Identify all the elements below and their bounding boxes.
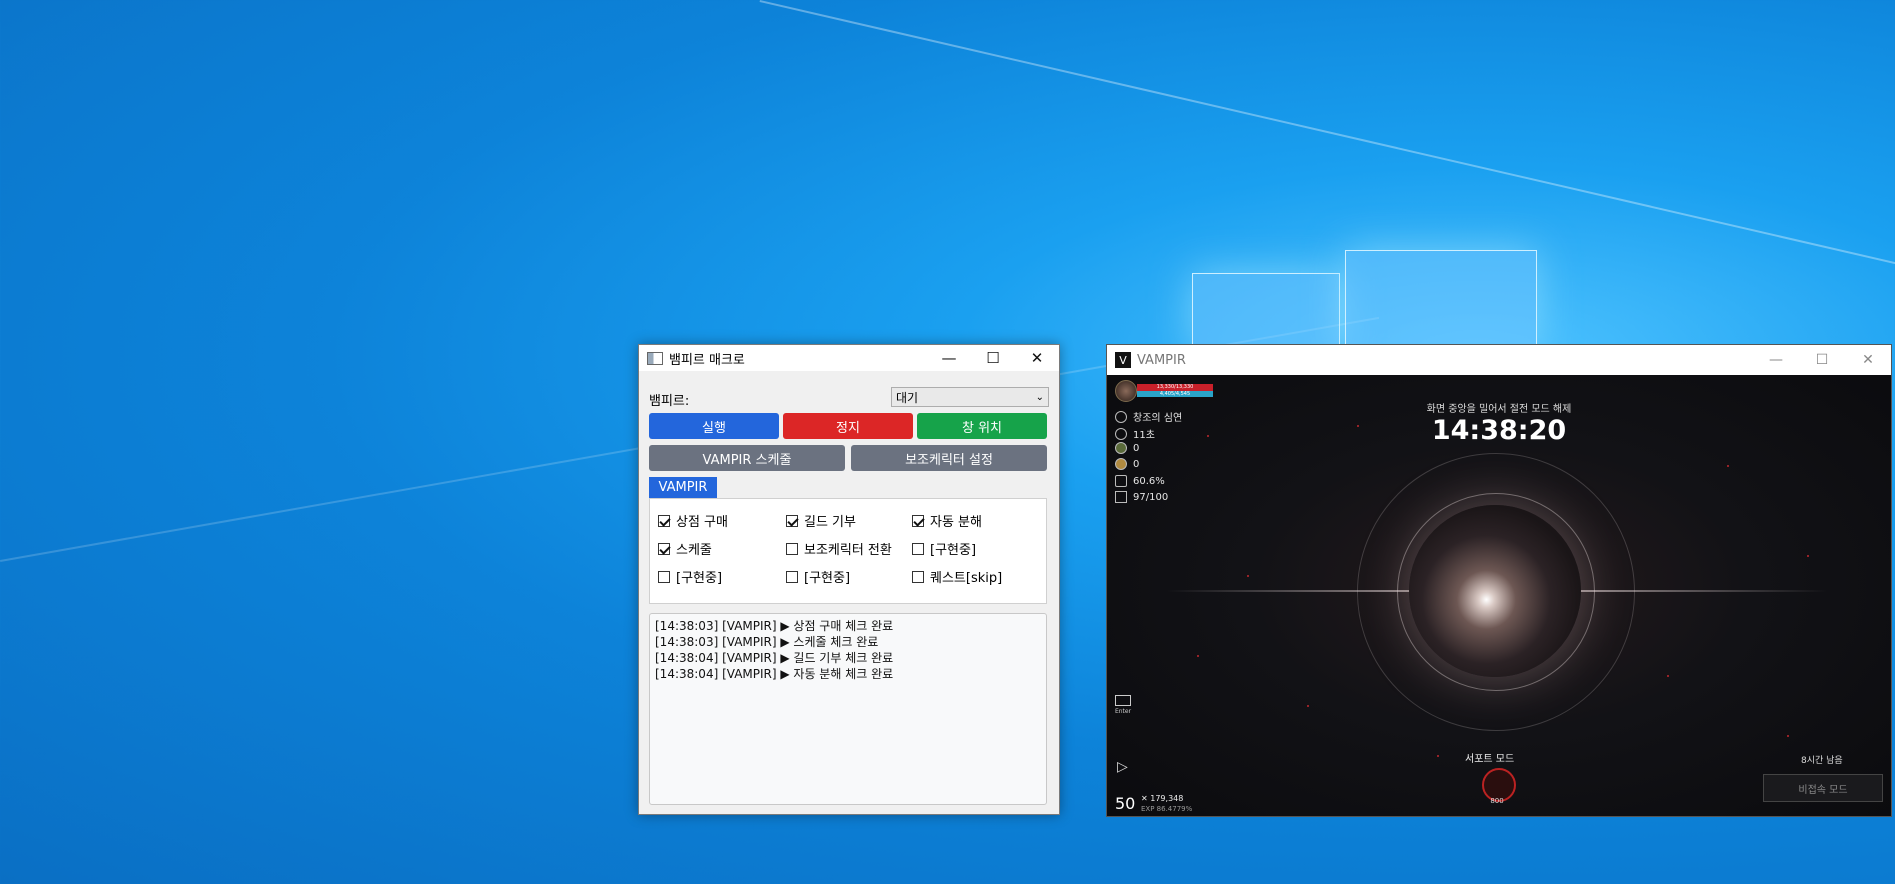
support-mode-label: 서포트 모드 bbox=[1465, 754, 1515, 765]
checkbox-box bbox=[658, 514, 670, 527]
checkbox-sub-character-switch[interactable]: 보조케릭터 전환 bbox=[786, 539, 892, 558]
schedule-button[interactable]: VAMPIR 스케줄 bbox=[649, 445, 845, 471]
checkbox-quest-skip[interactable]: 퀘스트[skip] bbox=[912, 567, 1002, 586]
red-spark bbox=[1727, 465, 1729, 467]
checkbox-label: 보조케릭터 전환 bbox=[804, 543, 892, 558]
log-line: [14:38:03] [VAMPIR] ▶ 상점 구매 체크 완료 bbox=[655, 619, 894, 633]
checkbox-label: 길드 기부 bbox=[804, 515, 856, 530]
maximize-button[interactable]: ☐ bbox=[1799, 352, 1845, 368]
weight-stat: 60.6% bbox=[1115, 475, 1165, 487]
mp-bar: 4,405/4,545 bbox=[1137, 391, 1213, 397]
power-save-clock: 14:38:20 bbox=[1431, 415, 1567, 446]
minimize-button[interactable]: — bbox=[927, 345, 971, 371]
game-window-title: VAMPIR bbox=[1137, 352, 1186, 368]
options-group: 상점 구매 길드 기부 자동 분해 스케줄 보조케릭터 전환 [구현중] [구현… bbox=[649, 498, 1047, 604]
checkbox-wip[interactable]: [구현중] bbox=[786, 567, 850, 586]
chevron-down-icon: ⌄ bbox=[1035, 392, 1044, 403]
macro-window: 뱀피르 매크로 — ☐ ✕ 뱀피르: 대기 ⌄ 실행 정지 창 위치 VAMPI… bbox=[638, 344, 1060, 815]
red-spark bbox=[1197, 655, 1199, 657]
checkbox-box bbox=[786, 514, 798, 527]
character-avatar[interactable] bbox=[1115, 380, 1137, 402]
hp-bar: 13,330/13,330 bbox=[1137, 384, 1213, 391]
close-button[interactable]: ✕ bbox=[1015, 345, 1059, 371]
inventory-stat: 97/100 bbox=[1115, 491, 1168, 503]
checkbox-label: 상점 구매 bbox=[676, 515, 728, 530]
log-line: [14:38:04] [VAMPIR] ▶ 자동 분해 체크 완료 bbox=[655, 667, 894, 681]
red-spark bbox=[1787, 735, 1789, 737]
keyboard-icon bbox=[1115, 695, 1131, 706]
dark-orb bbox=[1409, 505, 1581, 677]
grid-icon bbox=[1115, 491, 1127, 503]
enter-key-hint[interactable]: Enter bbox=[1114, 695, 1132, 717]
checkbox-box bbox=[912, 570, 924, 583]
enter-key-label: Enter bbox=[1114, 708, 1132, 715]
profile-select-value: 대기 bbox=[896, 391, 919, 405]
red-spark bbox=[1807, 555, 1809, 557]
character-level: 50 bbox=[1115, 794, 1136, 813]
offline-mode-button[interactable]: 비접속 모드 bbox=[1763, 774, 1883, 802]
app-icon bbox=[647, 351, 663, 365]
checkbox-schedule[interactable]: 스케줄 bbox=[658, 539, 712, 558]
game-titlebar[interactable]: V VAMPIR — ☐ ✕ bbox=[1107, 345, 1891, 375]
red-spark bbox=[1247, 575, 1249, 577]
checkbox-shop-buy[interactable]: 상점 구매 bbox=[658, 511, 728, 530]
checkbox-guild-donate[interactable]: 길드 기부 bbox=[786, 511, 856, 530]
stop-button[interactable]: 정지 bbox=[783, 413, 913, 439]
profile-row: 뱀피르: 대기 ⌄ bbox=[649, 387, 1049, 409]
weight-text: 60.6% bbox=[1133, 475, 1165, 487]
game-window: V VAMPIR — ☐ ✕ 13,330/13,330 4,405/4,545… bbox=[1106, 344, 1892, 817]
log-line: [14:38:04] [VAMPIR] ▶ 길드 기부 체크 완료 bbox=[655, 651, 894, 665]
checkbox-wip[interactable]: [구현중] bbox=[658, 567, 722, 586]
log-line: [14:38:03] [VAMPIR] ▶ 스케줄 체크 완료 bbox=[655, 635, 879, 649]
gold-amount: ✕ 179,348 bbox=[1141, 794, 1184, 803]
tab-vampir[interactable]: VAMPIR bbox=[649, 477, 717, 498]
sub-character-settings-button[interactable]: 보조케릭터 설정 bbox=[851, 445, 1047, 471]
currency2-text: 0 bbox=[1133, 458, 1140, 470]
vampir-icon: V bbox=[1115, 352, 1131, 368]
power-save-notice: 화면 중앙을 밀어서 절전 모드 해제 bbox=[1426, 404, 1572, 415]
checkbox-box bbox=[912, 514, 924, 527]
support-mode-value: 800 bbox=[1490, 797, 1504, 805]
checkbox-auto-disassemble[interactable]: 자동 분해 bbox=[912, 511, 982, 530]
checkbox-box bbox=[912, 542, 924, 555]
red-spark bbox=[1437, 755, 1439, 757]
macro-titlebar[interactable]: 뱀피르 매크로 — ☐ ✕ bbox=[639, 345, 1059, 371]
close-button[interactable]: ✕ bbox=[1845, 352, 1891, 368]
currency2-stat: 0 bbox=[1115, 458, 1139, 470]
checkbox-label: [구현중] bbox=[930, 543, 977, 558]
log-output[interactable]: [14:38:03] [VAMPIR] ▶ 상점 구매 체크 완료 [14:38… bbox=[649, 613, 1047, 805]
checkbox-wip[interactable]: [구현중] bbox=[912, 539, 976, 558]
checkbox-label: [구현중] bbox=[676, 571, 723, 586]
checkbox-label: 스케줄 bbox=[676, 543, 712, 558]
maximize-button[interactable]: ☐ bbox=[971, 345, 1015, 371]
exp-percent: EXP 86.4779% bbox=[1141, 805, 1193, 813]
windows-logo bbox=[1192, 228, 1542, 350]
play-arrow-icon[interactable]: ▷ bbox=[1117, 759, 1128, 775]
minimize-button[interactable]: — bbox=[1753, 352, 1799, 368]
profile-select[interactable]: 대기 ⌄ bbox=[891, 387, 1049, 407]
profile-label: 뱀피르: bbox=[649, 394, 690, 409]
inventory-text: 97/100 bbox=[1133, 491, 1169, 503]
checkbox-box bbox=[658, 542, 670, 555]
checkbox-label: 퀘스트[skip] bbox=[930, 571, 1003, 586]
red-spark bbox=[1667, 675, 1669, 677]
checkbox-box bbox=[786, 570, 798, 583]
checkbox-label: [구현중] bbox=[804, 571, 851, 586]
game-viewport[interactable]: 13,330/13,330 4,405/4,545 창조의 심연 11초 0 0… bbox=[1107, 375, 1891, 816]
checkbox-box bbox=[786, 542, 798, 555]
checkbox-box bbox=[658, 570, 670, 583]
gold-value: 179,348 bbox=[1150, 794, 1184, 803]
checkbox-label: 자동 분해 bbox=[930, 515, 982, 530]
coin-icon bbox=[1115, 458, 1127, 470]
red-spark bbox=[1307, 705, 1309, 707]
window-title: 뱀피르 매크로 bbox=[669, 352, 745, 368]
weight-icon bbox=[1115, 475, 1127, 487]
run-button[interactable]: 실행 bbox=[649, 413, 779, 439]
window-position-button[interactable]: 창 위치 bbox=[917, 413, 1047, 439]
remaining-time: 8시간 남음 bbox=[1801, 756, 1843, 766]
